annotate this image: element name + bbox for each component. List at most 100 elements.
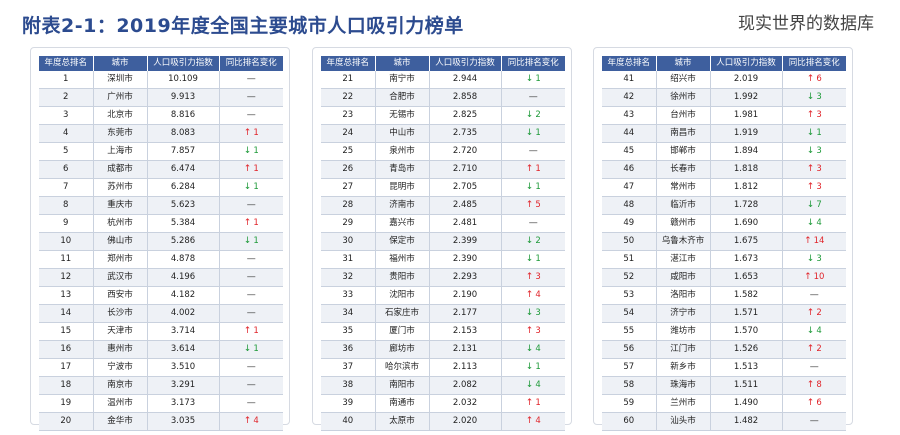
rank-change: ↑ 2 bbox=[807, 305, 822, 322]
rank-change: ↓ 4 bbox=[526, 341, 541, 358]
rank-change: ↓ 7 bbox=[807, 197, 822, 214]
city-cell: 贵阳市 bbox=[374, 268, 429, 287]
arrow-up-icon: ↑ bbox=[806, 380, 815, 390]
rank-change: ↑ 3 bbox=[526, 323, 541, 340]
ranking-panel-3: 年度总排名 城市 人口吸引力指数 同比排名变化 41 绍兴市 2.019 ↑ 6 42 徐州市 1.9… bbox=[593, 47, 853, 431]
index-cell: 2.481 bbox=[428, 214, 501, 233]
rank-cell: 7 bbox=[39, 178, 93, 197]
index-cell: 1.818 bbox=[709, 160, 782, 179]
change-value: 4 bbox=[535, 344, 541, 354]
change-cell: ↑ 1 bbox=[218, 322, 283, 341]
table-row: 58 珠海市 1.511 ↑ 8 bbox=[602, 376, 846, 395]
rank-cell: 22 bbox=[321, 88, 375, 107]
city-cell: 西安市 bbox=[92, 286, 147, 305]
index-cell: 2.399 bbox=[428, 232, 501, 251]
table-row: 41 绍兴市 2.019 ↑ 6 bbox=[602, 71, 846, 89]
change-cell: — bbox=[218, 250, 283, 269]
rank-change: ↑ 1 bbox=[244, 215, 259, 232]
change-cell: ↑ 3 bbox=[781, 178, 846, 197]
rank-change: ↑ 6 bbox=[807, 71, 822, 88]
arrow-down-icon: ↓ bbox=[806, 128, 815, 138]
arrow-up-icon: ↑ bbox=[806, 398, 815, 408]
change-cell: ↑ 4 bbox=[500, 286, 565, 305]
index-cell: 1.728 bbox=[709, 196, 782, 215]
rank-cell: 2 bbox=[39, 88, 93, 107]
change-cell: ↑ 6 bbox=[781, 71, 846, 89]
city-cell: 南宁市 bbox=[374, 71, 429, 89]
rank-cell: 47 bbox=[602, 178, 656, 197]
rank-cell: 12 bbox=[39, 268, 93, 287]
index-cell: 8.083 bbox=[146, 124, 219, 143]
change-cell: — bbox=[218, 394, 283, 413]
table-row: 1 深圳市 10.109 — bbox=[39, 71, 283, 89]
dash-icon: — bbox=[246, 74, 256, 84]
change-cell: — bbox=[218, 268, 283, 287]
rank-change: ↓ 4 bbox=[807, 215, 822, 232]
dash-icon: — bbox=[809, 362, 819, 372]
rank-change: — bbox=[529, 143, 538, 160]
arrow-down-icon: ↓ bbox=[243, 146, 252, 156]
city-cell: 昆明市 bbox=[374, 178, 429, 197]
rank-change: ↓ 1 bbox=[526, 125, 541, 142]
arrow-down-icon: ↓ bbox=[806, 218, 815, 228]
rank-change: — bbox=[529, 215, 538, 232]
city-cell: 汕头市 bbox=[655, 412, 710, 431]
rank-cell: 21 bbox=[321, 71, 375, 89]
index-cell: 1.675 bbox=[709, 232, 782, 251]
rank-cell: 25 bbox=[321, 142, 375, 161]
rank-cell: 42 bbox=[602, 88, 656, 107]
change-cell: — bbox=[218, 106, 283, 125]
city-cell: 重庆市 bbox=[92, 196, 147, 215]
change-cell: ↑ 1 bbox=[218, 160, 283, 179]
dash-icon: — bbox=[246, 110, 256, 120]
rank-cell: 35 bbox=[321, 322, 375, 341]
table-row: 49 赣州市 1.690 ↓ 4 bbox=[602, 214, 846, 233]
rank-cell: 56 bbox=[602, 340, 656, 359]
table-row: 17 宁波市 3.510 — bbox=[39, 358, 283, 377]
city-cell: 广州市 bbox=[92, 88, 147, 107]
index-cell: 3.035 bbox=[146, 412, 219, 431]
ranking-table: 年度总排名 城市 人口吸引力指数 同比排名变化 41 绍兴市 2.019 ↑ 6 42 徐州市 1.9… bbox=[602, 56, 846, 431]
dash-icon: — bbox=[246, 254, 256, 264]
change-cell: ↓ 1 bbox=[500, 358, 565, 377]
table-row: 32 贵阳市 2.293 ↑ 3 bbox=[321, 268, 565, 287]
rank-change: — bbox=[247, 71, 256, 88]
rank-cell: 16 bbox=[39, 340, 93, 359]
change-cell: ↓ 1 bbox=[218, 340, 283, 359]
table-row: 36 廊坊市 2.131 ↓ 4 bbox=[321, 340, 565, 359]
index-cell: 2.020 bbox=[428, 412, 501, 431]
ranking-panel-2: 年度总排名 城市 人口吸引力指数 同比排名变化 21 南宁市 2.944 ↓ 1 22 合肥市 2.8… bbox=[312, 47, 572, 431]
table-row: 48 临沂市 1.728 ↓ 7 bbox=[602, 196, 846, 215]
arrow-down-icon: ↓ bbox=[525, 128, 534, 138]
arrow-down-icon: ↓ bbox=[525, 254, 534, 264]
city-cell: 嘉兴市 bbox=[374, 214, 429, 233]
city-cell: 保定市 bbox=[374, 232, 429, 251]
change-cell: ↓ 1 bbox=[500, 250, 565, 269]
table-row: 45 邯郸市 1.894 ↓ 3 bbox=[602, 142, 846, 161]
rank-change: ↑ 4 bbox=[244, 413, 259, 430]
city-cell: 上海市 bbox=[92, 142, 147, 161]
change-value: 4 bbox=[535, 380, 541, 390]
table-row: 7 苏州市 6.284 ↓ 1 bbox=[39, 178, 283, 197]
rank-change: ↓ 2 bbox=[526, 233, 541, 250]
index-cell: 6.284 bbox=[146, 178, 219, 197]
change-cell: ↓ 7 bbox=[781, 196, 846, 215]
table-row: 30 保定市 2.399 ↓ 2 bbox=[321, 232, 565, 251]
dash-icon: — bbox=[528, 146, 538, 156]
change-value: 1 bbox=[535, 74, 541, 84]
city-cell: 北京市 bbox=[92, 106, 147, 125]
index-cell: 2.735 bbox=[428, 124, 501, 143]
rank-cell: 9 bbox=[39, 214, 93, 233]
rank-cell: 34 bbox=[321, 304, 375, 323]
dash-icon: — bbox=[528, 218, 538, 228]
change-value: 1 bbox=[535, 254, 541, 264]
rank-change: ↑ 6 bbox=[807, 395, 822, 412]
arrow-up-icon: ↑ bbox=[243, 218, 252, 228]
rank-change: ↑ 1 bbox=[244, 161, 259, 178]
rank-change: — bbox=[529, 89, 538, 106]
city-cell: 惠州市 bbox=[92, 340, 147, 359]
table-row: 20 金华市 3.035 ↑ 4 bbox=[39, 412, 283, 431]
arrow-up-icon: ↑ bbox=[525, 290, 534, 300]
table-row: 22 合肥市 2.858 — bbox=[321, 88, 565, 107]
rank-cell: 50 bbox=[602, 232, 656, 251]
